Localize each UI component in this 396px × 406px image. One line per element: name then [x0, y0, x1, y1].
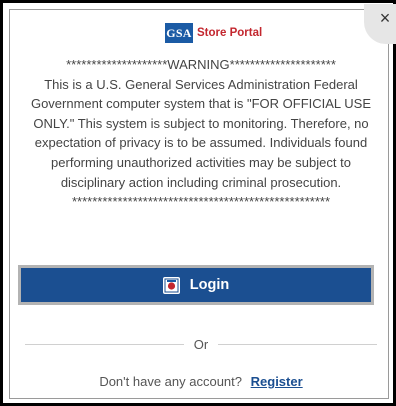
warning-line: ONLY." This system is subject to monitor…	[33, 115, 369, 131]
login-button-label: Login	[189, 277, 230, 293]
warning-notice: ********************WARNING*************…	[25, 55, 377, 212]
login-button-outline: Login	[18, 265, 374, 305]
login-badge-icon	[162, 276, 180, 294]
divider-line-right	[218, 343, 378, 345]
login-button[interactable]: Login	[21, 268, 371, 302]
or-divider: Or	[25, 336, 378, 352]
close-button[interactable]: ×	[364, 4, 396, 44]
warning-line: disciplinary action including criminal p…	[60, 174, 342, 190]
gsa-logo: GSA Store Portal	[165, 23, 262, 43]
warning-line: This is a U.S. General Services Administ…	[44, 76, 358, 92]
or-label: Or	[193, 336, 209, 352]
warning-line: performing unauthorized activities may b…	[51, 154, 351, 170]
register-row: Don't have any account? Register	[3, 374, 396, 389]
gsa-logo-mark: GSA	[165, 23, 193, 43]
warning-line: expectation of privacy is to be assumed.…	[34, 135, 368, 151]
divider-line-left	[25, 343, 184, 345]
modal-frame: × GSA Store Portal ********************W…	[0, 0, 396, 406]
register-prompt: Don't have any account?	[99, 374, 243, 389]
close-icon: ×	[379, 8, 391, 28]
warning-title: ********************WARNING*************…	[66, 57, 336, 72]
register-link[interactable]: Register	[251, 374, 303, 389]
store-portal-title: Store Portal	[197, 27, 263, 39]
warning-line: Government computer system that is "FOR …	[30, 96, 372, 112]
warning-footer: ****************************************…	[71, 194, 330, 210]
